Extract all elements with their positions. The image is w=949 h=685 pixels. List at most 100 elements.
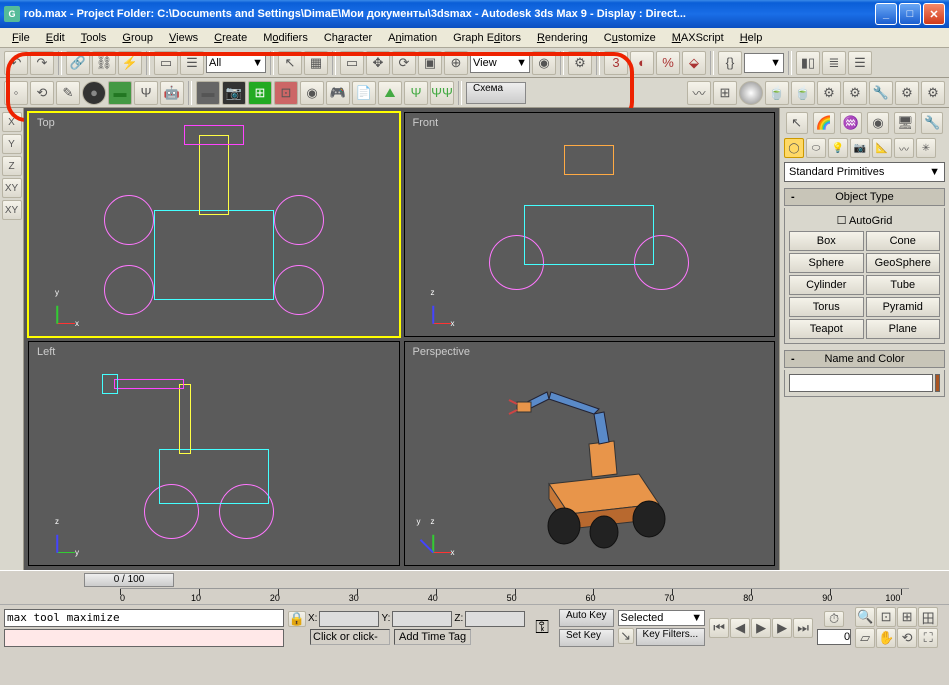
align-button[interactable]: ≣ bbox=[822, 51, 846, 75]
cursor-button[interactable]: ↖ bbox=[278, 51, 302, 75]
robsim-grass2-icon[interactable]: ΨΨ bbox=[430, 81, 454, 105]
keymode-dropdown[interactable]: Selected▼ bbox=[618, 610, 706, 626]
robsim-sensor-icon[interactable]: ◉ bbox=[300, 81, 324, 105]
z-input[interactable] bbox=[465, 611, 525, 627]
manip-button[interactable]: ⚙ bbox=[568, 51, 592, 75]
utilities-tab[interactable]: 🔧 bbox=[921, 112, 943, 134]
cameras-subtab[interactable]: 📷 bbox=[850, 138, 870, 158]
constrain-xy2[interactable]: XY bbox=[2, 200, 22, 220]
torus-button[interactable]: Torus bbox=[789, 297, 864, 317]
geosphere-button[interactable]: GeoSphere bbox=[866, 253, 941, 273]
robsim-wheel-icon[interactable]: ● bbox=[82, 81, 106, 105]
select-region-button[interactable]: ▦ bbox=[304, 51, 328, 75]
constrain-x[interactable]: X bbox=[2, 112, 22, 132]
next-frame-button[interactable]: ▶ bbox=[772, 618, 792, 638]
robsim-gripper-icon[interactable]: Ψ bbox=[134, 81, 158, 105]
object-name-input[interactable] bbox=[789, 374, 933, 392]
lights-subtab[interactable]: 💡 bbox=[828, 138, 848, 158]
robsim-tool-3[interactable]: ✎ bbox=[56, 81, 80, 105]
undo-button[interactable]: ↶ bbox=[4, 51, 28, 75]
close-button[interactable]: ✕ bbox=[923, 3, 945, 25]
modify-tab[interactable]: 🌈 bbox=[813, 112, 835, 134]
pan-button[interactable]: ✋ bbox=[876, 628, 896, 648]
named-selset-dropdown[interactable]: ▼ bbox=[744, 53, 784, 73]
center-button[interactable]: ◉ bbox=[532, 51, 556, 75]
scale-button[interactable]: ▣ bbox=[418, 51, 442, 75]
display-tab[interactable]: 🖥 bbox=[894, 112, 916, 134]
menu-views[interactable]: Views bbox=[161, 30, 206, 46]
bind-spacewarp-button[interactable]: ⚡ bbox=[118, 51, 142, 75]
material-button[interactable] bbox=[739, 81, 763, 105]
maxscript-listener[interactable] bbox=[4, 609, 284, 627]
robsim-grass-icon[interactable]: Ψ bbox=[404, 81, 428, 105]
reactor-4[interactable]: ⚙ bbox=[895, 81, 919, 105]
percent-snap-button[interactable]: % bbox=[656, 51, 680, 75]
robsim-schema-button[interactable]: Схема bbox=[466, 82, 526, 104]
refsys-button[interactable]: ⊕ bbox=[444, 51, 468, 75]
minimize-button[interactable]: _ bbox=[875, 3, 897, 25]
robsim-camera-icon[interactable]: 📷 bbox=[222, 81, 246, 105]
time-slider-handle[interactable]: 0 / 100 bbox=[84, 573, 174, 587]
helpers-subtab[interactable]: 📐 bbox=[872, 138, 892, 158]
prev-frame-button[interactable]: ◀ bbox=[730, 618, 750, 638]
lock-selection-button[interactable]: 🔒 bbox=[288, 611, 306, 627]
schematic-button[interactable]: ⊞ bbox=[713, 81, 737, 105]
robsim-terrain-icon[interactable]: ⛰ bbox=[378, 81, 402, 105]
menu-edit[interactable]: Edit bbox=[38, 30, 73, 46]
key-icon[interactable]: ⚿ bbox=[529, 617, 555, 638]
menu-character[interactable]: Character bbox=[316, 30, 380, 46]
menu-maxscript[interactable]: MAXScript bbox=[664, 30, 732, 46]
autokey-button[interactable]: Auto Key bbox=[559, 609, 614, 627]
sphere-button[interactable]: Sphere bbox=[789, 253, 864, 273]
zoom-all-button[interactable]: ⊡ bbox=[876, 607, 896, 627]
time-ruler[interactable]: 0 10 20 30 40 50 60 70 80 90 100 bbox=[120, 588, 909, 604]
unlink-button[interactable]: ⛓ bbox=[92, 51, 116, 75]
plane-button[interactable]: Plane bbox=[866, 319, 941, 339]
move-button[interactable]: ✥ bbox=[366, 51, 390, 75]
refsys-dropdown[interactable]: View▼ bbox=[470, 53, 530, 73]
named-selset-button[interactable]: {} bbox=[718, 51, 742, 75]
selection-filter-dropdown[interactable]: All▼ bbox=[206, 53, 266, 73]
snap-button[interactable]: 3 bbox=[604, 51, 628, 75]
maxscript-output[interactable] bbox=[4, 629, 284, 647]
menu-customize[interactable]: Customize bbox=[596, 30, 664, 46]
menu-modifiers[interactable]: Modifiers bbox=[255, 30, 316, 46]
robsim-tool-1[interactable]: ◦ bbox=[4, 81, 28, 105]
fov-button[interactable]: ▱ bbox=[855, 628, 875, 648]
robsim-track-icon[interactable]: ▬ bbox=[108, 81, 132, 105]
y-input[interactable] bbox=[392, 611, 452, 627]
shapes-subtab[interactable]: ⬭ bbox=[806, 138, 826, 158]
reactor-1[interactable]: ⚙ bbox=[817, 81, 841, 105]
teapot-button[interactable]: Teapot bbox=[789, 319, 864, 339]
pyramid-button[interactable]: Pyramid bbox=[866, 297, 941, 317]
menu-create[interactable]: Create bbox=[206, 30, 255, 46]
curve-editor-button[interactable]: 〰 bbox=[687, 81, 711, 105]
window-crossing-button[interactable]: ▭ bbox=[340, 51, 364, 75]
select-button[interactable]: ▭ bbox=[154, 51, 178, 75]
x-input[interactable] bbox=[319, 611, 379, 627]
menu-tools[interactable]: Tools bbox=[73, 30, 115, 46]
viewport-top[interactable]: Top xy bbox=[28, 112, 400, 337]
setkey-button[interactable]: Set Key bbox=[559, 629, 614, 647]
motion-tab[interactable]: ◉ bbox=[867, 112, 889, 134]
menu-help[interactable]: Help bbox=[732, 30, 771, 46]
autogrid-checkbox[interactable]: ☐ AutoGrid bbox=[789, 212, 940, 231]
menu-grapheditors[interactable]: Graph Editors bbox=[445, 30, 529, 46]
add-time-tag[interactable]: Add Time Tag bbox=[394, 629, 471, 645]
current-frame-input[interactable] bbox=[817, 629, 851, 645]
quick-render-button[interactable]: 🍵 bbox=[791, 81, 815, 105]
reactor-5[interactable]: ⚙ bbox=[921, 81, 945, 105]
link-button[interactable]: 🔗 bbox=[66, 51, 90, 75]
play-button[interactable]: ▶ bbox=[751, 618, 771, 638]
reactor-2[interactable]: ⚙ bbox=[843, 81, 867, 105]
redo-button[interactable]: ↷ bbox=[30, 51, 54, 75]
rotate-button[interactable]: ⟳ bbox=[392, 51, 416, 75]
reactor-3[interactable]: 🔧 bbox=[869, 81, 893, 105]
time-slider[interactable]: 0 / 100 bbox=[0, 570, 949, 588]
tube-button[interactable]: Tube bbox=[866, 275, 941, 295]
layers-button[interactable]: ☰ bbox=[848, 51, 872, 75]
angle-snap-button[interactable]: ◐ bbox=[630, 51, 654, 75]
object-color-swatch[interactable] bbox=[935, 374, 940, 392]
robsim-controller-icon[interactable]: 🎮 bbox=[326, 81, 350, 105]
geometry-subtab[interactable]: ◯ bbox=[784, 138, 804, 158]
